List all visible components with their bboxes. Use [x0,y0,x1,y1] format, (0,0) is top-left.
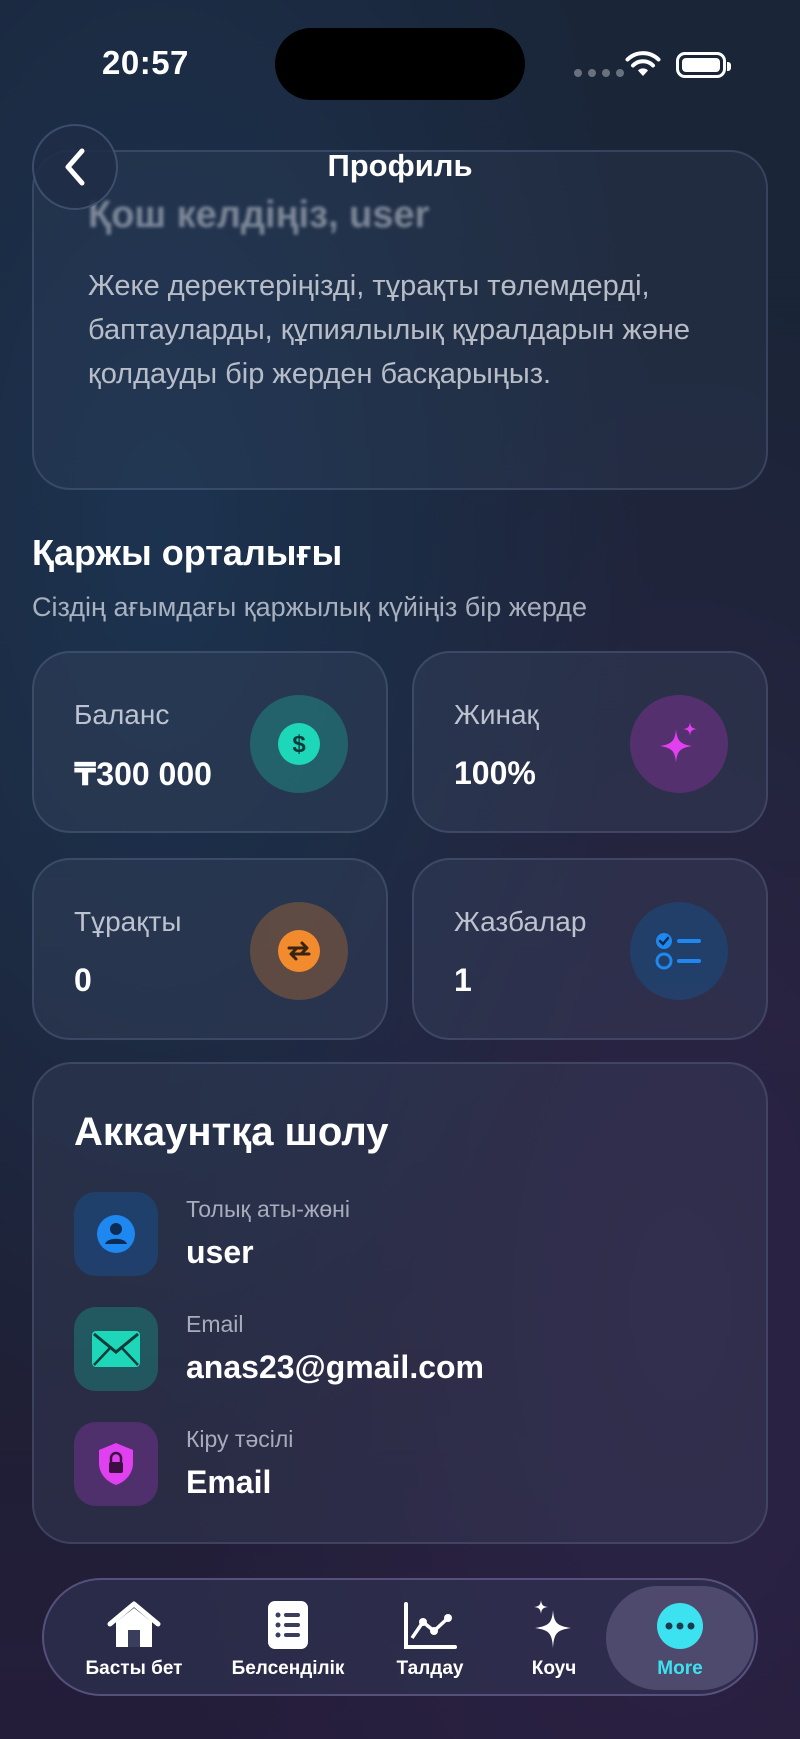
stat-value: 0 [74,962,92,998]
tab-label: Талдау [396,1658,464,1679]
tab-label: Басты бет [85,1658,183,1679]
battery-icon [676,52,731,78]
tab-label: Коуч [531,1658,577,1679]
list-icon [268,1601,308,1649]
stat-label: Жазбалар [454,906,587,937]
profile-screen: Қош келдіңіз, user Жеке деректеріңізді, … [0,0,800,1739]
tab-more[interactable]: More [606,1586,754,1690]
svg-text:$: $ [292,731,306,758]
stat-value: ₸300 000 [74,756,212,792]
finance-section-title: Қаржы орталығы [32,532,343,573]
account-overview-card: Аккаунтқа шолу Толық аты-жөні user Email… [32,1062,768,1544]
savings-card[interactable]: Жинақ 100% [412,651,768,833]
page-title: Профиль [327,148,473,183]
repeat-icon [250,902,348,1000]
dollar-icon: $ [250,695,348,793]
welcome-title: Қош келдіңіз, user [88,194,430,236]
home-icon [107,1601,161,1647]
notes-card[interactable]: Жазбалар 1 [412,858,768,1040]
cellular-signal-icon [574,69,624,77]
tab-label: More [657,1658,703,1679]
tab-home[interactable]: Басты бет [64,1586,204,1690]
tab-bar: Басты бет Белсенділік Талдау Коуч More [42,1578,758,1696]
stat-label: Жинақ [454,699,539,730]
welcome-description: Жеке деректеріңізді, тұрақты төлемдерді,… [88,270,690,390]
balance-card[interactable]: Баланс ₸300 000 $ [32,651,388,833]
account-title: Аккаунтқа шолу [74,1110,389,1154]
checklist-icon [630,902,728,1000]
lock-shield-icon [74,1422,158,1506]
stat-value: 1 [454,962,472,998]
stat-label: Баланс [74,699,170,730]
tab-activity[interactable]: Белсенділік [218,1586,358,1690]
more-icon [657,1603,703,1649]
email-value: anas23@gmail.com [186,1349,484,1385]
status-time: 20:57 [102,44,189,81]
login-method-label: Кіру тәсілі [186,1426,294,1452]
login-method-value: Email [186,1464,272,1500]
sparkle-icon [630,695,728,793]
full-name-value: user [186,1234,254,1270]
tab-analytics[interactable]: Талдау [360,1586,500,1690]
email-label: Email [186,1311,244,1337]
tab-label: Белсенділік [231,1658,345,1679]
sparkle-icon [534,1600,571,1648]
finance-section-subtitle: Сіздің ағымдағы қаржылық күйіңіз бір жер… [32,592,588,622]
dynamic-island [275,28,525,100]
full-name-label: Толық аты-жөні [186,1196,350,1222]
person-icon [74,1192,158,1276]
recurring-card[interactable]: Тұрақты 0 [32,858,388,1040]
stat-label: Тұрақты [74,906,182,937]
welcome-card: Қош келдіңіз, user Жеке деректеріңізді, … [32,150,768,490]
chart-icon [404,1602,457,1649]
mail-icon [74,1307,158,1391]
stat-value: 100% [454,755,536,791]
wifi-icon [625,51,661,76]
tab-coach[interactable]: Коуч [484,1586,624,1690]
